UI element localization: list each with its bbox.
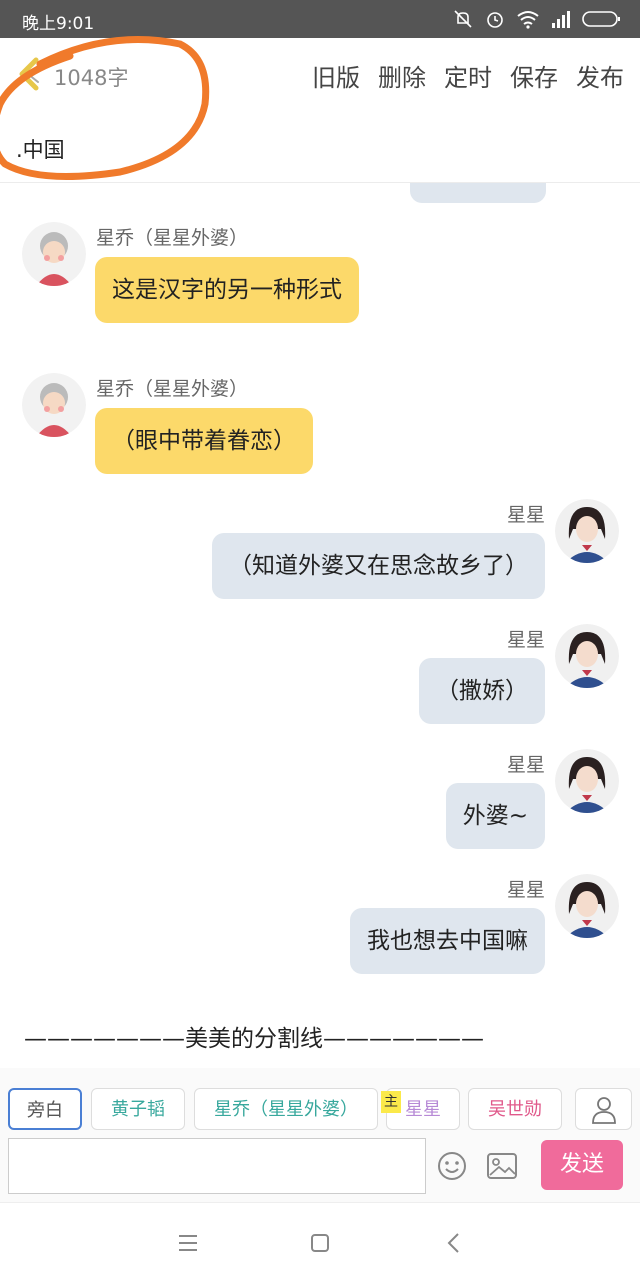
character-chip-narrator[interactable]: 旁白 [8,1088,82,1130]
status-time: 晚上9:01 [22,14,95,34]
schedule-button[interactable]: 定时 [444,58,492,93]
mute-icon [454,10,472,28]
sender-name: 星星 [506,504,545,526]
person-icon [591,1097,616,1124]
message-input[interactable] [8,1138,426,1194]
battery-icon [582,11,620,27]
message-bubble[interactable]: 我也想去中国嘛 [350,908,545,974]
chapter-title-bar[interactable]: .中国 [0,110,640,183]
old-version-button[interactable]: 旧版 [312,58,360,93]
divider-line-text[interactable]: ———————美美的分割线——————— [24,1019,484,1053]
character-chip[interactable]: 星乔（星星外婆） [194,1088,378,1130]
character-chip[interactable]: 吴世勋 [468,1088,562,1130]
add-character-button[interactable] [575,1088,632,1130]
master-badge: 主 [381,1091,401,1113]
status-bar: 晚上9:01 [0,0,640,38]
image-icon[interactable] [486,1151,518,1181]
system-nav-bar [0,1202,640,1281]
sender-name: 星星 [506,754,545,776]
sender-name: 星星 [506,629,545,651]
wifi-icon [517,11,539,29]
avatar-xingxing[interactable] [555,499,619,563]
partial-message-bubble [410,183,546,203]
word-count: 1048字 [54,66,129,90]
alarm-icon [487,12,503,28]
editor-toolbar: 1048字 旧版 删除 定时 保存 发布 [0,38,640,111]
chapter-title[interactable]: .中国 [16,134,65,164]
message-bubble[interactable]: （撒娇） [419,658,545,724]
delete-button[interactable]: 删除 [378,58,426,93]
menu-icon[interactable] [176,1233,200,1253]
home-icon[interactable] [309,1232,331,1254]
character-selector: 旁白 黄子韬 星乔（星星外婆） 星星 吴世勋 [0,1068,640,1138]
character-chip[interactable]: 黄子韬 [91,1088,185,1130]
avatar-grandma[interactable] [22,222,86,286]
back-icon[interactable] [444,1231,464,1255]
status-icons [452,7,622,31]
avatar-grandma[interactable] [22,373,86,437]
emoji-icon[interactable] [436,1150,468,1182]
avatar-xingxing[interactable] [555,874,619,938]
signal-icon [552,11,570,28]
sender-name: 星乔（星星外婆） [96,378,249,400]
publish-button[interactable]: 发布 [576,58,624,93]
message-bubble[interactable]: 外婆~ [445,783,545,849]
save-button[interactable]: 保存 [510,58,558,93]
send-button[interactable]: 发送 [541,1140,623,1190]
input-bar: 发送 [0,1138,640,1202]
avatar-xingxing[interactable] [555,624,619,688]
message-bubble[interactable]: （眼中带着眷恋） [95,408,313,474]
chat-area[interactable]: 星乔（星星外婆） 这是汉字的另一种形式 星乔（星星外婆） （眼中带着眷恋） 星星… [0,183,640,1066]
avatar-xingxing[interactable] [555,749,619,813]
sender-name: 星乔（星星外婆） [96,227,249,249]
message-bubble[interactable]: 这是汉字的另一种形式 [95,257,359,323]
back-arrow-icon[interactable] [14,56,48,92]
toolbar-actions: 旧版 删除 定时 保存 发布 [312,58,624,93]
message-bubble[interactable]: （知道外婆又在思念故乡了） [212,533,545,599]
sender-name: 星星 [506,879,545,901]
